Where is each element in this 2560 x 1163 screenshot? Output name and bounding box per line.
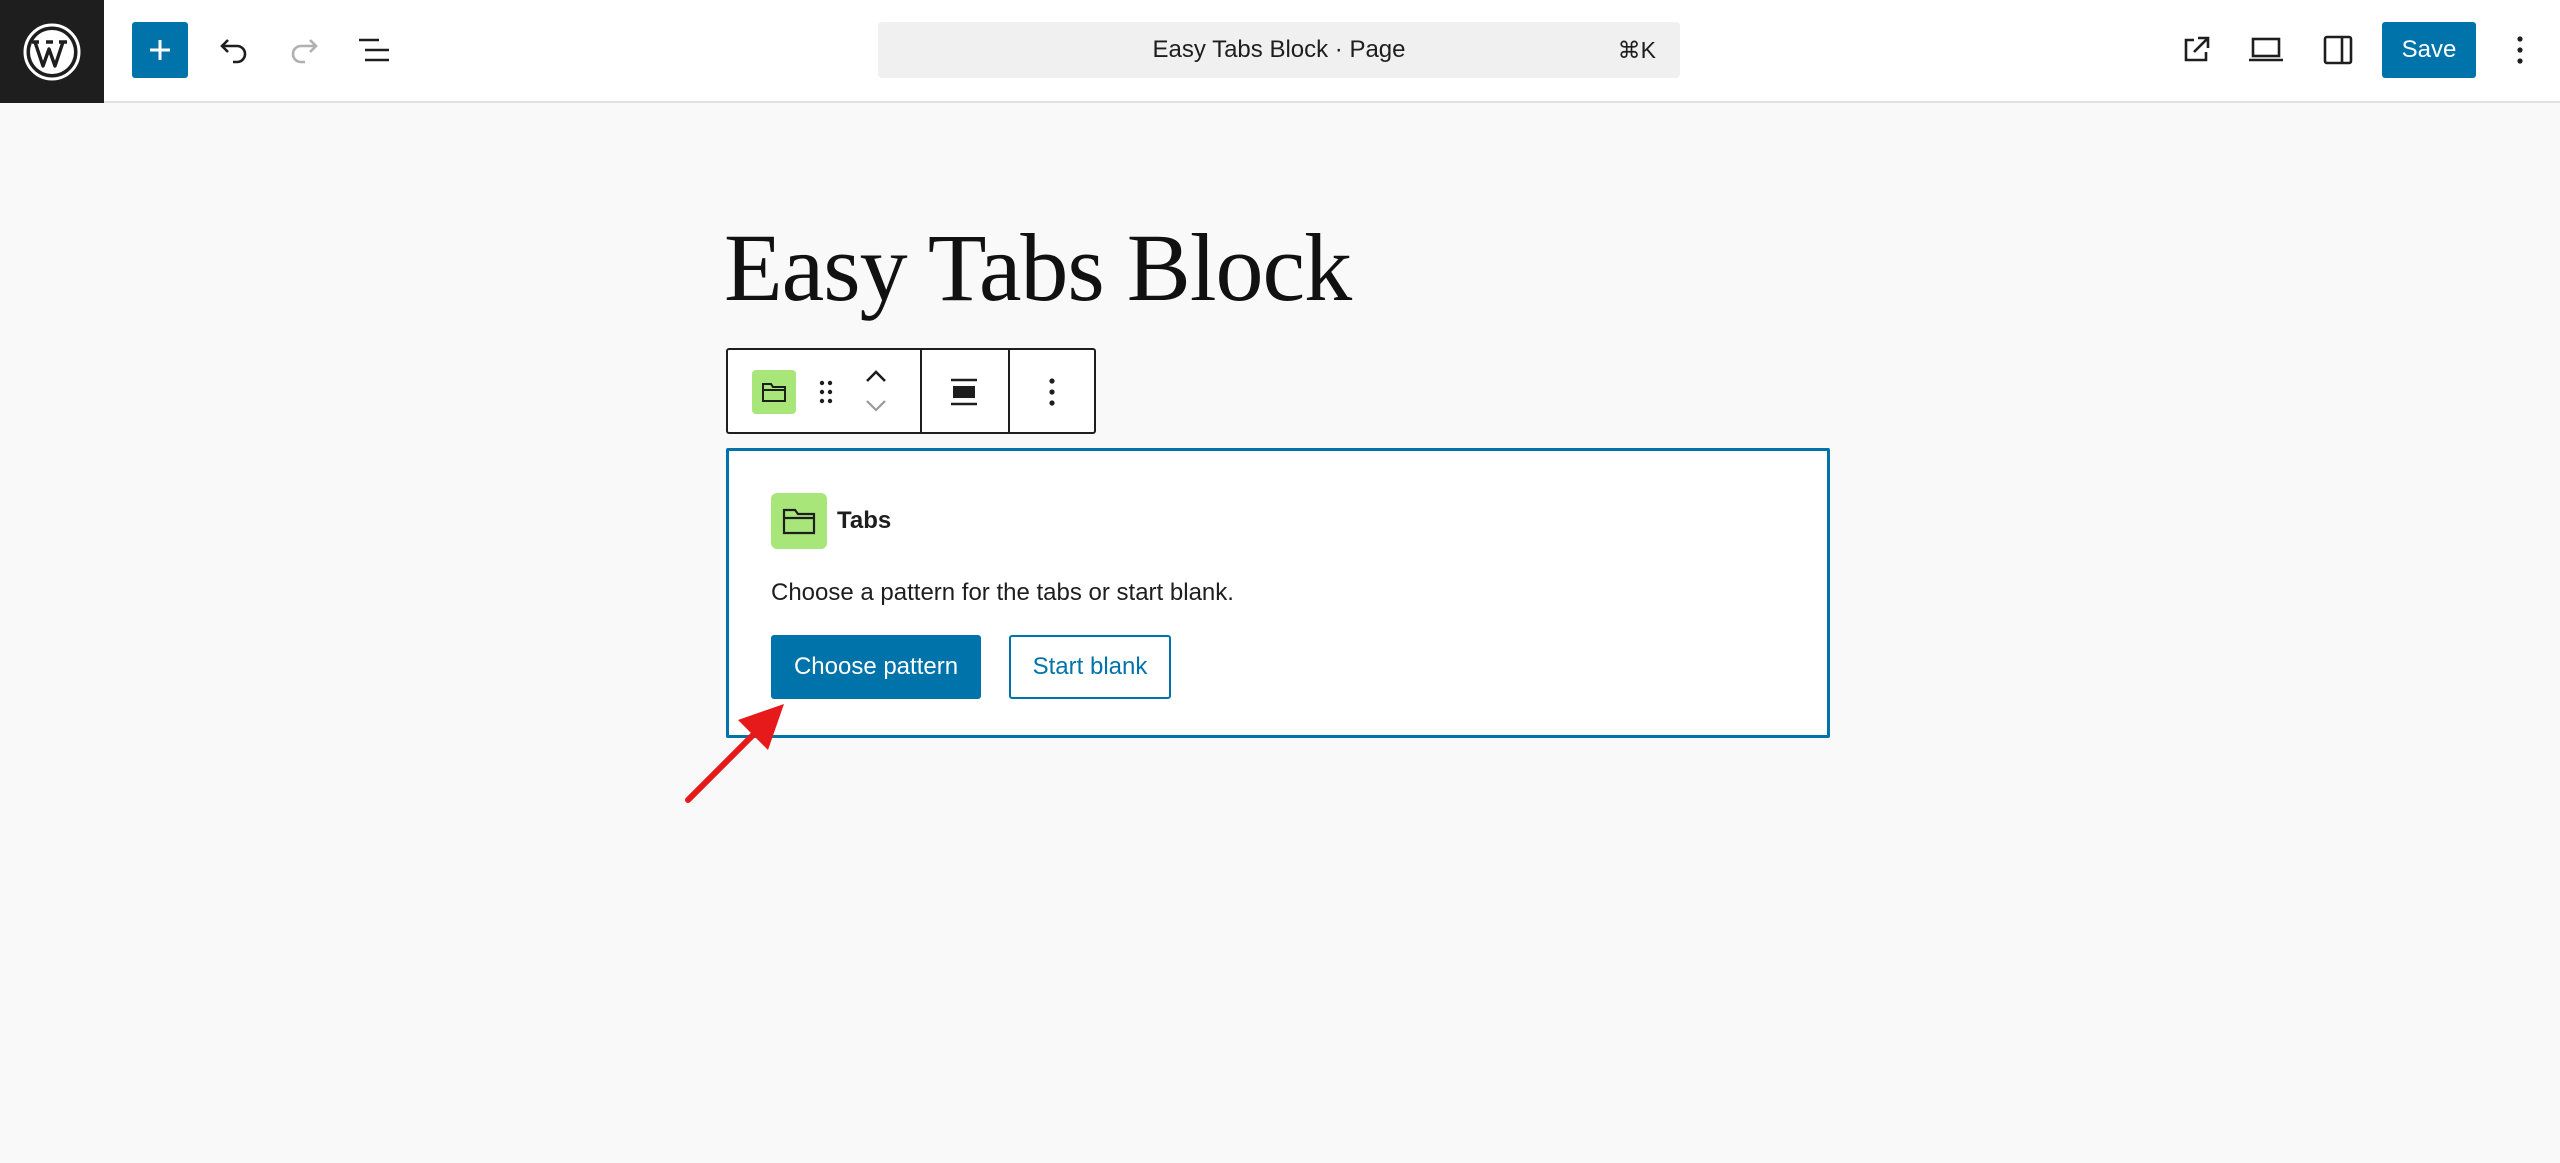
- chevron-down-icon: [866, 400, 886, 412]
- drag-handle[interactable]: [806, 370, 846, 414]
- choose-pattern-button[interactable]: Choose pattern: [771, 635, 981, 699]
- annotation-arrow: [685, 704, 784, 803]
- block-toolbar: [726, 348, 1096, 434]
- command-palette-bar[interactable]: Easy Tabs Block · Page ⌘K: [878, 22, 1680, 78]
- block-type-button[interactable]: [752, 370, 796, 414]
- toolbar-divider: [1008, 350, 1010, 432]
- block-options-button[interactable]: [1028, 368, 1076, 416]
- folder-icon: [782, 508, 816, 535]
- start-blank-button[interactable]: Start blank: [1009, 635, 1171, 699]
- page-title[interactable]: Easy Tabs Block: [724, 206, 1352, 330]
- document-title: Easy Tabs Block · Page: [1152, 36, 1406, 63]
- align-wide-icon: [951, 378, 977, 406]
- list-view-button[interactable]: [346, 22, 402, 78]
- redo-button[interactable]: [276, 22, 332, 78]
- options-button[interactable]: [2492, 22, 2548, 78]
- tabs-block-placeholder[interactable]: Tabs Choose a pattern for the tabs or st…: [726, 448, 1830, 738]
- view-page-button[interactable]: [2168, 22, 2224, 78]
- tabs-block-icon: [771, 493, 827, 549]
- settings-sidebar-button[interactable]: [2310, 22, 2366, 78]
- command-shortcut: ⌘K: [1617, 37, 1656, 63]
- list-view-icon: [359, 38, 389, 62]
- align-button[interactable]: [940, 368, 988, 416]
- more-vertical-icon: [1049, 378, 1055, 406]
- drag-handle-icon: [819, 380, 833, 404]
- add-block-button[interactable]: [132, 22, 188, 78]
- undo-icon: [220, 39, 247, 64]
- folder-icon: [762, 383, 786, 402]
- wordpress-logo[interactable]: [0, 0, 104, 103]
- external-link-icon: [2184, 36, 2210, 62]
- block-label: Tabs: [837, 507, 892, 534]
- toolbar-divider: [920, 350, 922, 432]
- plus-icon: [150, 40, 170, 60]
- device-preview-button[interactable]: [2238, 22, 2294, 78]
- laptop-icon: [2249, 37, 2283, 62]
- sidebar-toggle-icon: [2323, 35, 2353, 65]
- move-down-button[interactable]: [856, 392, 896, 420]
- move-up-button[interactable]: [856, 362, 896, 390]
- redo-icon: [291, 39, 318, 64]
- wordpress-logo-icon: [23, 23, 81, 80]
- save-button[interactable]: Save: [2382, 22, 2476, 78]
- more-vertical-icon: [2517, 36, 2523, 64]
- editor-header: Easy Tabs Block · Page ⌘K Save: [0, 0, 2560, 103]
- undo-button[interactable]: [206, 22, 262, 78]
- chevron-up-icon: [866, 370, 886, 382]
- block-instructions: Choose a pattern for the tabs or start b…: [771, 579, 1234, 606]
